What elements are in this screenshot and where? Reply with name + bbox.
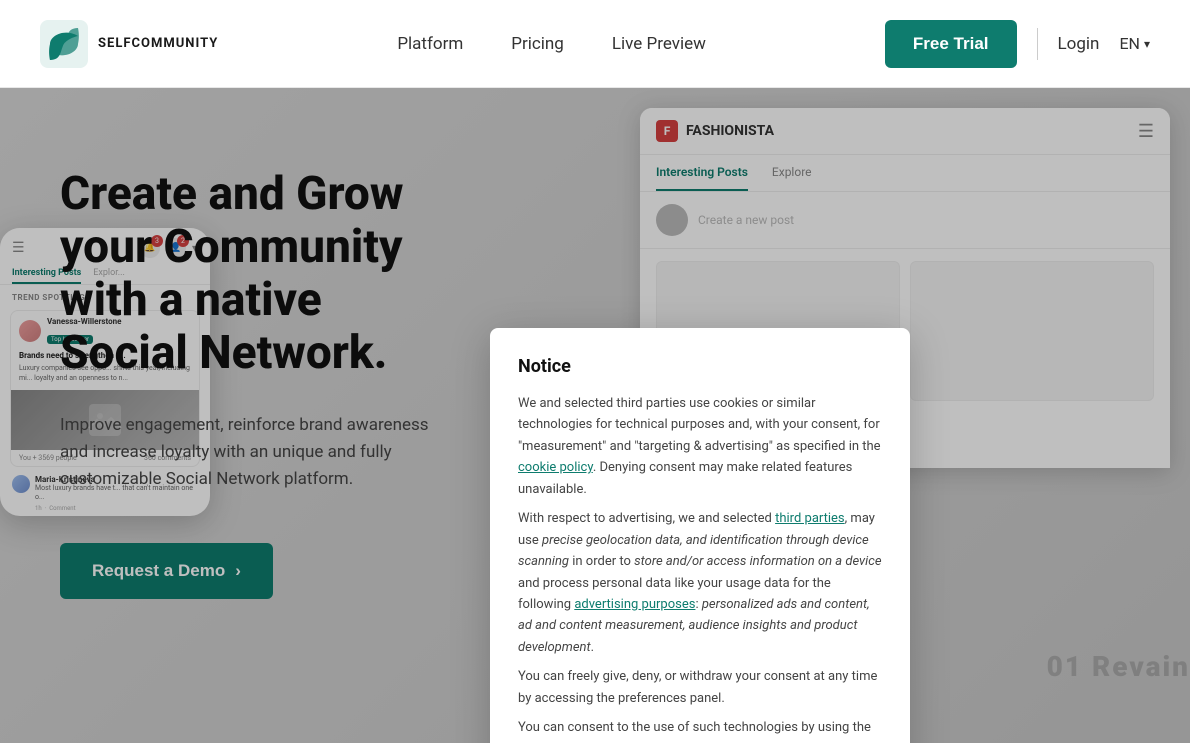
cookie-policy-link[interactable]: cookie policy [518, 460, 593, 475]
header: SELFCOMMUNITY Platform Pricing Live Prev… [0, 0, 1190, 88]
notice-paragraph-3: You can freely give, deny, or withdraw y… [518, 666, 882, 709]
nav-divider [1037, 28, 1038, 60]
main-nav: Platform Pricing Live Preview [397, 34, 706, 54]
nav-live-preview[interactable]: Live Preview [612, 34, 706, 54]
language-selector[interactable]: EN ▾ [1119, 34, 1150, 53]
advertising-link[interactable]: advertising purposes [574, 597, 695, 612]
logo-text: SELFCOMMUNITY [98, 36, 218, 52]
notice-italic-2: store and/or access information on a dev… [634, 554, 881, 569]
logo-icon [40, 20, 88, 68]
notice-text-1: We and selected third parties use cookie… [518, 396, 881, 454]
notice-text-2f: . [591, 640, 594, 655]
language-label: EN [1119, 34, 1140, 53]
nav-pricing[interactable]: Pricing [511, 34, 564, 54]
chevron-down-icon: ▾ [1144, 37, 1150, 51]
notice-text-2a: With respect to advertising, we and sele… [518, 511, 775, 526]
notice-body: We and selected third parties use cookie… [518, 393, 882, 743]
free-trial-button[interactable]: Free Trial [885, 20, 1017, 68]
logo-area: SELFCOMMUNITY [40, 20, 218, 68]
hero-section: Create and Grow your Community with a na… [0, 88, 1190, 743]
third-parties-link[interactable]: third parties [775, 511, 845, 526]
notice-title: Notice [518, 356, 882, 377]
login-link[interactable]: Login [1058, 34, 1100, 54]
notice-paragraph-2: With respect to advertising, we and sele… [518, 508, 882, 658]
cookie-overlay: Notice We and selected third parties use… [0, 88, 1190, 743]
nav-right: Free Trial Login EN ▾ [885, 20, 1150, 68]
notice-text-2c: in order to [569, 554, 634, 569]
notice-paragraph-1: We and selected third parties use cookie… [518, 393, 882, 500]
notice-paragraph-4: You can consent to the use of such techn… [518, 717, 882, 743]
nav-platform[interactable]: Platform [397, 34, 463, 54]
notice-modal: Notice We and selected third parties use… [490, 328, 910, 743]
